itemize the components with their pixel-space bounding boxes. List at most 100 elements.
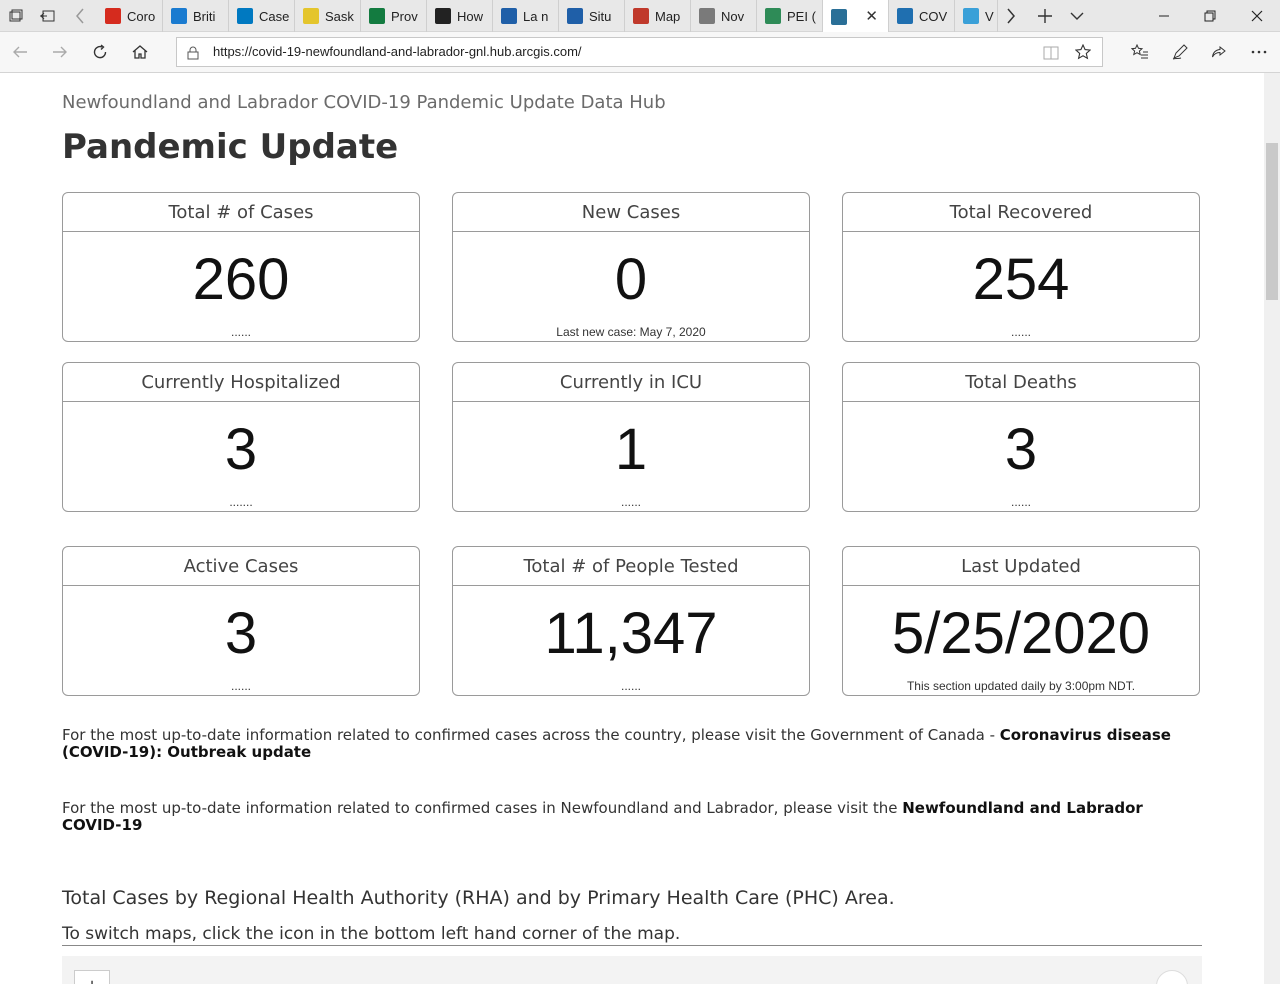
- tab-label: Nov: [721, 8, 745, 24]
- minimize-icon[interactable]: [1141, 0, 1187, 32]
- restore-icon[interactable]: [1187, 0, 1233, 32]
- ns-icon: [699, 8, 715, 24]
- map-zoom-in-button[interactable]: +: [74, 970, 110, 984]
- browser-tab[interactable]: PEI (: [757, 0, 823, 32]
- tab-actions-icon[interactable]: [4, 0, 28, 32]
- pei-icon: [765, 8, 781, 24]
- browser-tab[interactable]: Case: [229, 0, 295, 32]
- browser-tab[interactable]: Map: [625, 0, 691, 32]
- tab-label: Coro: [127, 8, 156, 24]
- browser-tab[interactable]: ✕: [823, 0, 889, 33]
- browser-tab[interactable]: Sask: [295, 0, 361, 32]
- tab-label: How: [457, 8, 484, 24]
- stat-card-value: 11,347: [544, 601, 718, 666]
- stat-card: Active Cases 3......: [62, 546, 420, 696]
- tab-label: PEI (: [787, 8, 816, 24]
- browser-tab[interactable]: COV: [889, 0, 955, 32]
- browser-tab[interactable]: How: [427, 0, 493, 32]
- tab-scroll-right-icon[interactable]: [998, 0, 1024, 32]
- browser-tab[interactable]: Prov: [361, 0, 427, 32]
- browser-tab[interactable]: Situ: [559, 0, 625, 32]
- tab-strip: Coro Briti Case Sask Prov How La n Situ Map Nov PE…: [0, 0, 1280, 33]
- stat-card-footer: ......: [620, 495, 641, 509]
- scrollbar-thumb[interactable]: [1266, 143, 1278, 300]
- forward-arrow-icon[interactable]: [44, 36, 76, 68]
- browser-tab[interactable]: Briti: [163, 0, 229, 32]
- stat-card-value: 260: [192, 247, 290, 312]
- reading-view-icon[interactable]: [1043, 45, 1059, 64]
- stat-card-title: Last Updated: [843, 547, 1199, 586]
- tab-label: La n: [523, 8, 549, 24]
- stat-card-value: 3: [224, 601, 258, 666]
- browser-tab[interactable]: La n: [493, 0, 559, 32]
- tab-label: Situ: [589, 8, 612, 24]
- stat-card-footer: ......: [230, 325, 251, 339]
- nl-icon: [897, 8, 913, 24]
- map-search-icon[interactable]: [1156, 970, 1188, 984]
- share-icon[interactable]: [1203, 36, 1235, 68]
- stat-card: Currently Hospitalized 3.......: [62, 362, 420, 512]
- globe-icon: [831, 8, 847, 25]
- tab-label: Case: [259, 8, 290, 24]
- page-scrollbar[interactable]: [1264, 73, 1280, 984]
- refresh-icon[interactable]: [84, 36, 116, 68]
- saskatchewan-icon: [303, 8, 319, 24]
- stat-card-value: 3: [224, 417, 258, 482]
- stat-card: Currently in ICU 1......: [452, 362, 810, 512]
- close-window-icon[interactable]: [1234, 0, 1280, 32]
- more-menu-icon[interactable]: [1243, 36, 1275, 68]
- page-title: Pandemic Update: [62, 127, 399, 167]
- favorite-star-icon[interactable]: [1074, 43, 1092, 64]
- stat-card: New Cases 0 Last new case: May 7, 2020: [452, 192, 810, 342]
- stat-card-value: 1: [614, 417, 648, 482]
- tab-preview-chevron-icon[interactable]: [1064, 0, 1090, 32]
- quebec-icon: [501, 8, 517, 24]
- manitoba-icon: [369, 8, 385, 24]
- browser-tab[interactable]: Coro: [97, 0, 163, 32]
- section-title: Total Cases by Regional Health Authority…: [62, 887, 895, 909]
- stat-card-footer: ......: [620, 679, 641, 693]
- lock-icon: [187, 45, 199, 64]
- stat-card-value: 3: [1004, 417, 1038, 482]
- stat-card-footer: ......: [230, 679, 251, 693]
- browser-tab[interactable]: Nov: [691, 0, 757, 32]
- close-tab-icon[interactable]: ✕: [865, 7, 878, 25]
- tab-label: Sask: [325, 8, 354, 24]
- stat-card-title: Currently Hospitalized: [63, 363, 419, 402]
- stat-card-title: New Cases: [453, 193, 809, 232]
- tab-label: COV: [919, 8, 948, 24]
- favorites-hub-icon[interactable]: [1124, 36, 1156, 68]
- tab-label: Map: [655, 8, 681, 24]
- tab-label: V: [985, 8, 994, 24]
- pen-notes-icon[interactable]: [1164, 36, 1196, 68]
- browser-tab[interactable]: V: [955, 0, 998, 32]
- tab-label: Briti: [193, 8, 216, 24]
- navigation-bar: https://covid-19-newfoundland-and-labrad…: [0, 32, 1280, 73]
- stat-card-value: 5/25/2020: [891, 601, 1151, 666]
- stat-card-value: 0: [614, 247, 648, 312]
- nl-info-text: For the most up-to-date information rela…: [62, 799, 903, 817]
- nl-info-paragraph: For the most up-to-date information rela…: [62, 800, 1162, 834]
- home-icon[interactable]: [124, 36, 156, 68]
- new-tab-icon[interactable]: [1030, 0, 1060, 32]
- alberta-icon: [237, 8, 253, 24]
- back-arrow-icon[interactable]: [4, 36, 36, 68]
- canada-info-text: For the most up-to-date information rela…: [62, 726, 1000, 744]
- stat-card-footer: .......: [229, 495, 253, 509]
- url-text: https://covid-19-newfoundland-and-labrad…: [213, 44, 582, 59]
- set-aside-tabs-icon[interactable]: [34, 0, 60, 32]
- nb-icon: [633, 8, 649, 24]
- rha-map[interactable]: +: [62, 956, 1202, 984]
- canada-info-paragraph: For the most up-to-date information rela…: [62, 727, 1192, 761]
- stat-card-footer: This section updated daily by 3:00pm NDT…: [906, 679, 1136, 693]
- stat-card-footer: ......: [1010, 325, 1031, 339]
- stat-card-title: Currently in ICU: [453, 363, 809, 402]
- stat-card-footer: Last new case: May 7, 2020: [556, 325, 706, 339]
- stat-card: Total # of People Tested 11,347......: [452, 546, 810, 696]
- stat-card: Last Updated 5/25/2020 This section update…: [842, 546, 1200, 696]
- stat-card-title: Total Recovered: [843, 193, 1199, 232]
- quebec2-icon: [567, 8, 583, 24]
- ontario-icon: [435, 8, 451, 24]
- address-bar[interactable]: https://covid-19-newfoundland-and-labrad…: [176, 37, 1103, 67]
- tab-scroll-left-icon[interactable]: [66, 0, 94, 32]
